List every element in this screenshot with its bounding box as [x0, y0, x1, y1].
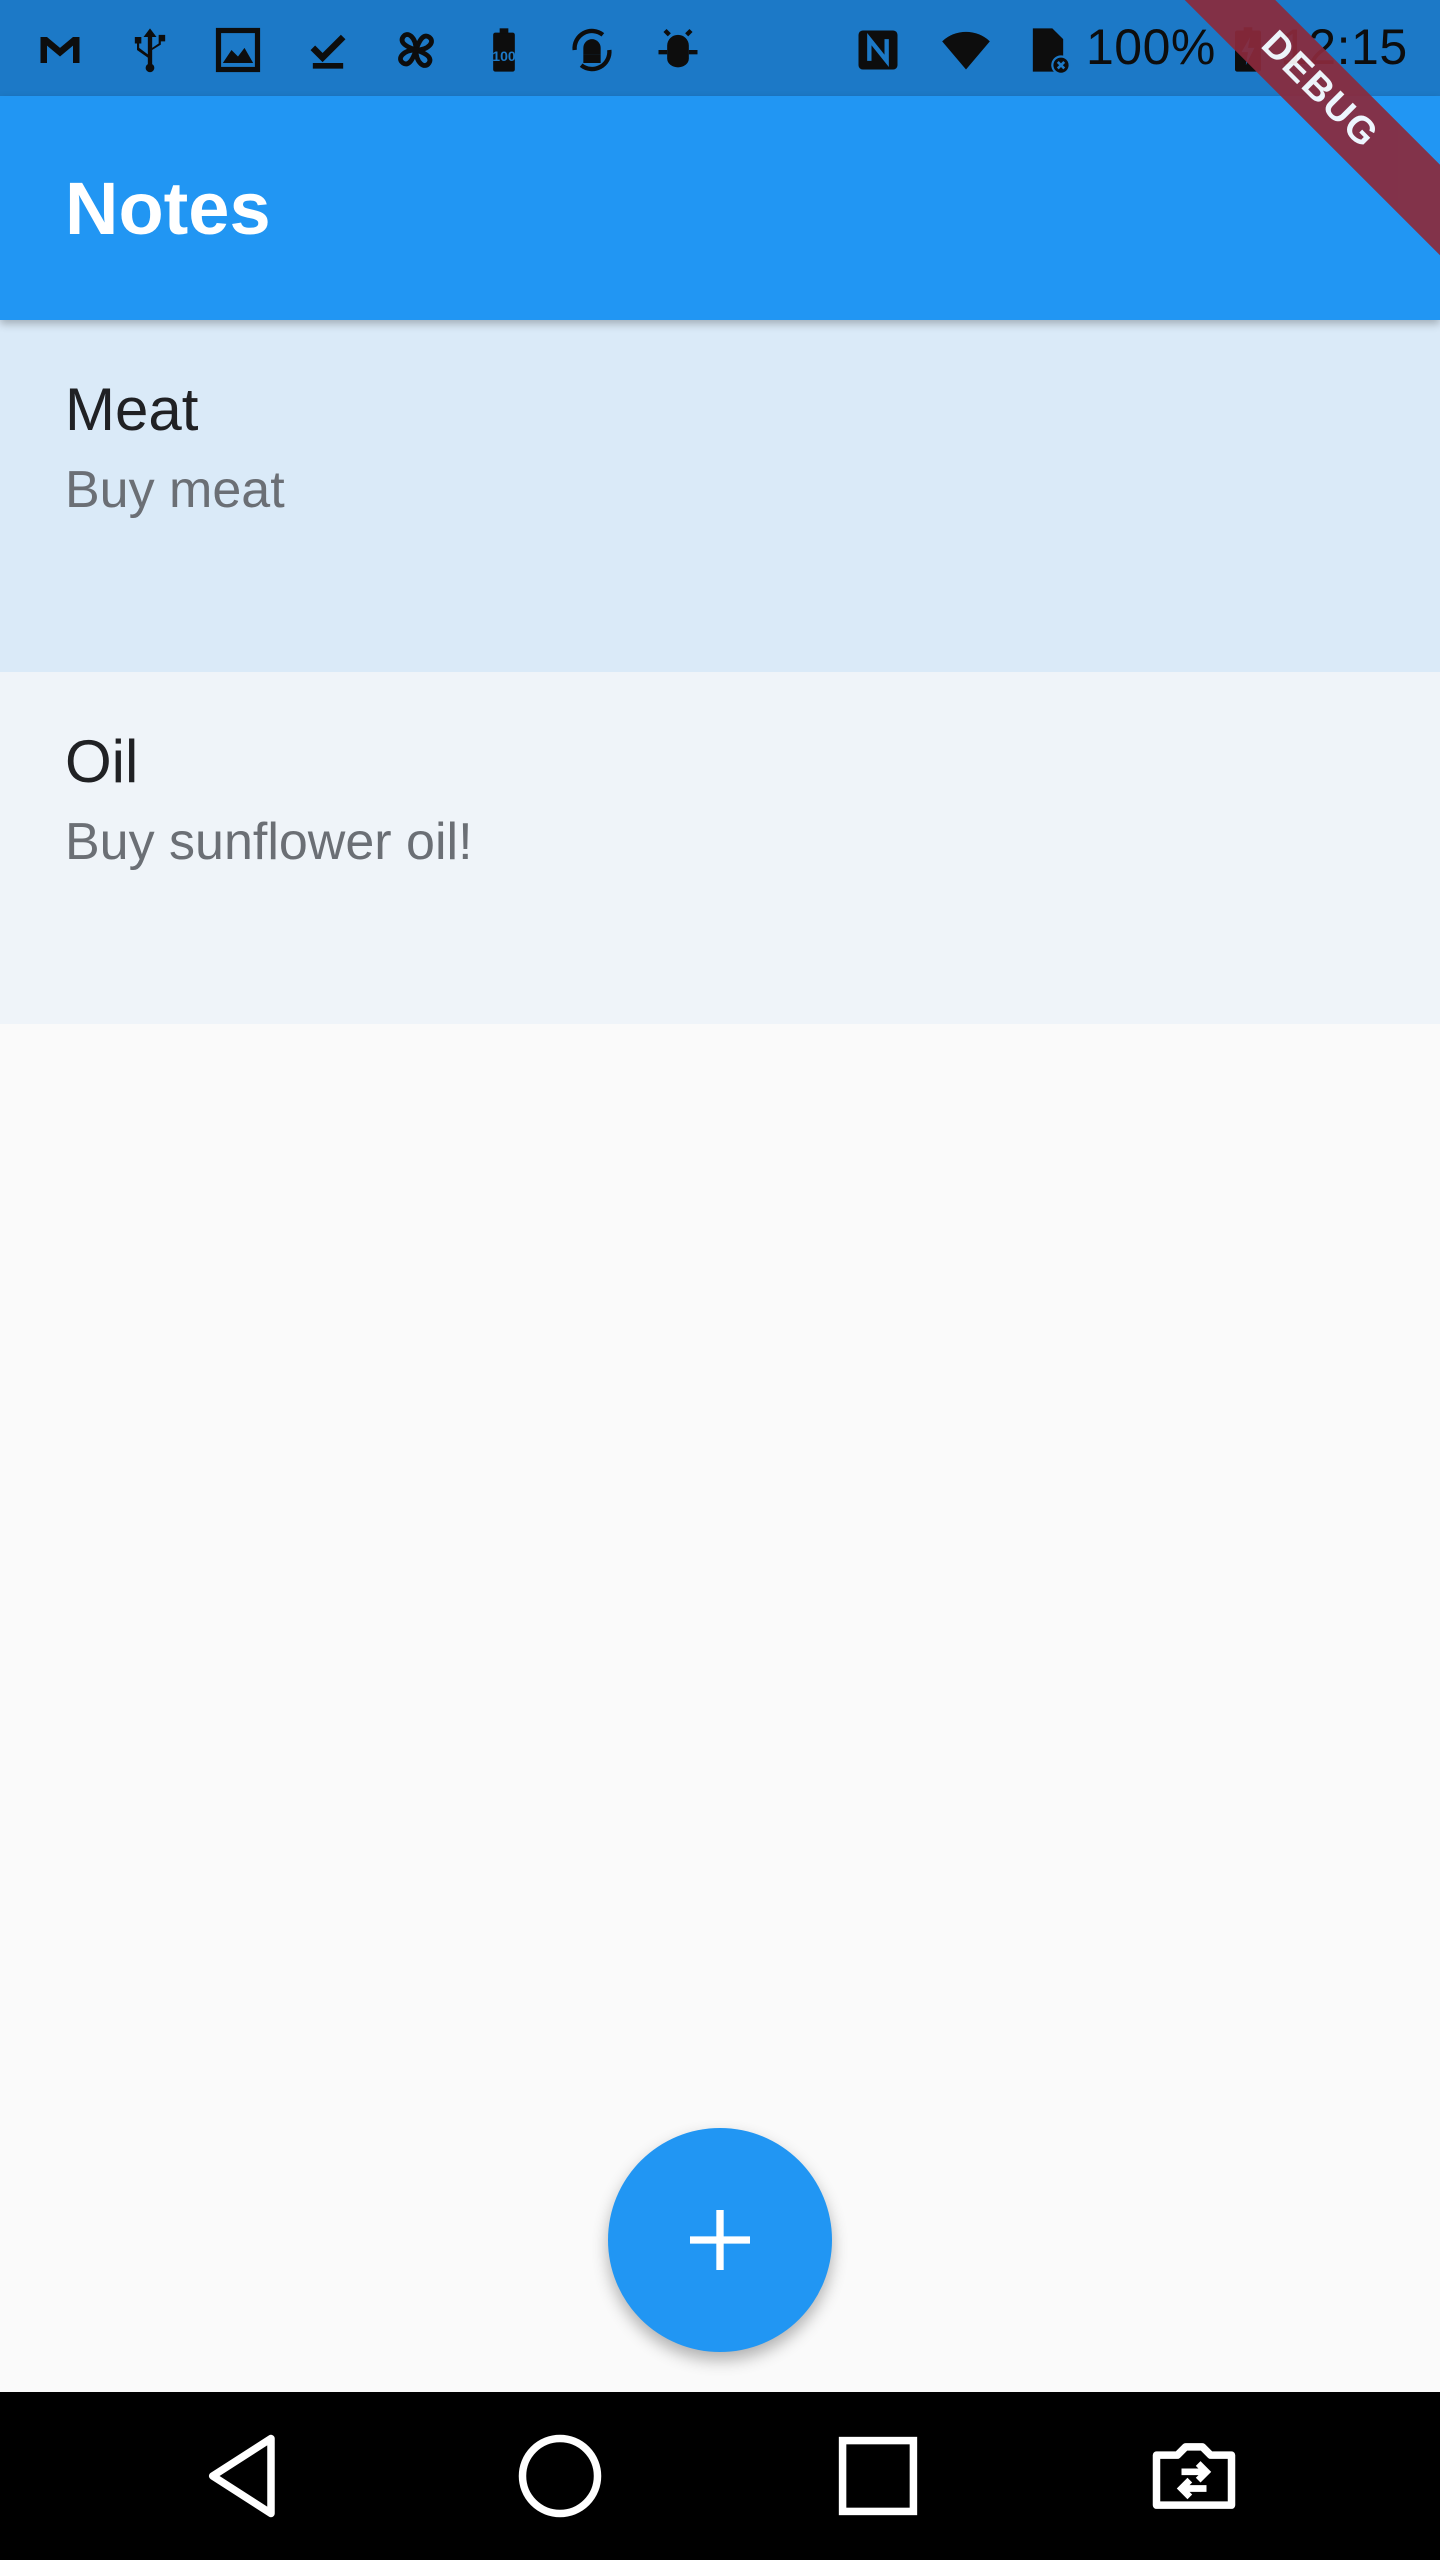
note-title: Oil — [65, 728, 139, 795]
notes-list: Meat Buy meat Oil Buy sunflower oil! — [0, 320, 1440, 1024]
note-title: Meat — [65, 376, 199, 443]
nfc-icon — [852, 24, 904, 76]
navigation-bar — [0, 2392, 1440, 2560]
back-icon[interactable] — [196, 2426, 296, 2526]
battery-100-icon: 100 — [478, 24, 530, 76]
add-note-button[interactable] — [608, 2128, 832, 2352]
bug-icon — [652, 24, 704, 76]
add-icon — [680, 2200, 760, 2280]
note-body: Buy sunflower oil! — [65, 813, 473, 871]
usb-icon — [124, 24, 176, 76]
wifi-icon — [940, 24, 992, 76]
svg-text:100: 100 — [492, 48, 516, 64]
note-item-meat[interactable]: Meat Buy meat — [0, 320, 1440, 672]
note-body: Buy meat — [65, 461, 285, 519]
download-done-icon — [302, 24, 354, 76]
note-item-oil[interactable]: Oil Buy sunflower oil! — [0, 672, 1440, 1024]
switch-app-icon[interactable] — [1144, 2426, 1244, 2526]
app-bar: Notes — [0, 96, 1440, 320]
sim-no-service-icon — [1022, 24, 1074, 76]
battery-percent: 100% — [1086, 19, 1216, 75]
page-title: Notes — [65, 167, 271, 250]
image-icon — [212, 24, 264, 76]
pinwheel-icon — [390, 24, 442, 76]
home-icon[interactable] — [510, 2426, 610, 2526]
recents-icon[interactable] — [828, 2426, 928, 2526]
android-sync-icon — [566, 24, 618, 76]
gmail-icon — [34, 24, 86, 76]
